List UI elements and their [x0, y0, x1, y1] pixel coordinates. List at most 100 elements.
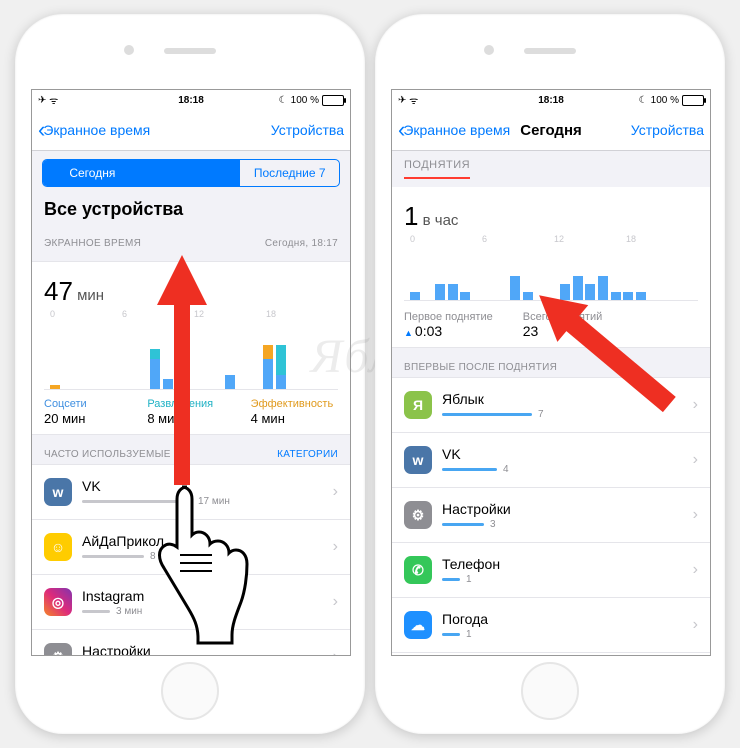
- usage-bar: [442, 413, 532, 416]
- app-icon: ✆: [404, 556, 432, 584]
- phone-left: ✈ ᯤ 18:18 ☾ 100 % ‹ Экранное время Устро…: [15, 14, 365, 734]
- app-icon: w: [404, 446, 432, 474]
- usage-value: 7: [538, 409, 544, 420]
- nav-back[interactable]: ‹ Экранное время: [398, 119, 510, 141]
- phone-right: ✈ ᯤ 18:18 ☾ 100 % ‹ Экранное время Сегод…: [375, 14, 725, 734]
- usage-bar: [82, 500, 192, 503]
- app-name: Телефон: [442, 556, 693, 572]
- nav-devices[interactable]: Устройства: [631, 122, 704, 138]
- app-icon: ⚙: [44, 643, 72, 656]
- screentime-header: ЭКРАННОЕ ВРЕМЯ Сегодня, 18:17: [32, 224, 350, 253]
- app-row[interactable]: ⚙ Настройки 3 ›: [392, 488, 710, 543]
- tab-pickups[interactable]: ПОДНЯТИЯ: [404, 159, 470, 179]
- chevron-right-icon: ›: [333, 538, 338, 556]
- pickups-card: 1 в час 061218: [392, 187, 710, 348]
- app-row[interactable]: ⚙Настройки2 мин›: [32, 630, 350, 656]
- chevron-right-icon: ›: [693, 616, 698, 634]
- segmented-control[interactable]: Сегодня Последние 7 дней: [42, 159, 340, 187]
- home-button[interactable]: [161, 662, 219, 720]
- usage-value: 1: [466, 629, 472, 640]
- app-icon: ⚙: [404, 501, 432, 529]
- chevron-right-icon: ›: [693, 396, 698, 414]
- total-pickups-value: 23: [523, 323, 698, 339]
- frequent-header: ЧАСТО ИСПОЛЬЗУЕМЫЕ КАТЕГОРИИ: [32, 435, 350, 464]
- screentime-chart: [44, 329, 338, 390]
- battery-icon: [322, 95, 344, 106]
- pickups-per-hour: 1 в час: [404, 201, 698, 232]
- pickups-chart: [404, 254, 698, 301]
- segment-7days[interactable]: Последние 7 дней: [240, 160, 339, 186]
- chart-ticks: 061218: [44, 307, 338, 323]
- frequent-list: wVK17 мин›☺АйДаПрикол8 мин›◎Instagram3 м…: [32, 464, 350, 656]
- app-row[interactable]: Я Яблык 7 ›: [392, 378, 710, 433]
- first-pickup-label: Первое поднятие: [404, 311, 493, 323]
- after-pickup-header: ВПЕРВЫЕ ПОСЛЕ ПОДНЯТИЯ: [392, 348, 710, 377]
- status-time: 18:18: [32, 95, 350, 106]
- camera: [124, 45, 134, 55]
- screentime-card[interactable]: 47 мин 061218 Соцсети20 мин Развлеч: [32, 261, 350, 435]
- first-pickup-value: ▲0:03: [404, 323, 493, 339]
- usage-value: 1: [466, 574, 472, 585]
- app-name: Настройки: [442, 501, 693, 517]
- battery-icon: [682, 95, 704, 106]
- chevron-right-icon: ›: [693, 451, 698, 469]
- app-row[interactable]: ✆ Телефон 1 ›: [392, 543, 710, 598]
- page-title: Все устройства: [32, 195, 350, 224]
- speaker: [164, 48, 216, 54]
- status-bar: ✈ ᯤ 18:18 ☾ 100 %: [392, 90, 710, 110]
- chevron-right-icon: ›: [333, 593, 338, 611]
- camera: [484, 45, 494, 55]
- usage-bar: [82, 610, 110, 613]
- chart-ticks: 061218: [404, 232, 698, 248]
- nav-back-label: Экранное время: [403, 122, 510, 138]
- screen-right: ✈ ᯤ 18:18 ☾ 100 % ‹ Экранное время Сегод…: [391, 89, 711, 656]
- usage-bar: [442, 633, 460, 636]
- usage-bar: [442, 468, 497, 471]
- category-row: Соцсети20 мин Развлечения8 мин Эффективн…: [44, 398, 338, 426]
- chevron-right-icon: ›: [693, 561, 698, 579]
- usage-bar: [82, 555, 144, 558]
- categories-link[interactable]: КАТЕГОРИИ: [277, 449, 338, 460]
- usage-value: 8 мин: [150, 551, 176, 562]
- usage-value: 3: [490, 519, 496, 530]
- total-pickups-label: Всего поднятий: [523, 311, 698, 323]
- app-row[interactable]: ☁ Погода 1 ›: [392, 598, 710, 653]
- app-row[interactable]: ◎ Instagram 3 мин ›: [32, 575, 350, 630]
- app-icon: w: [44, 478, 72, 506]
- screen-left: ✈ ᯤ 18:18 ☾ 100 % ‹ Экранное время Устро…: [31, 89, 351, 656]
- usage-value: 17 мин: [198, 496, 230, 507]
- usage-value: 4: [503, 464, 509, 475]
- app-name: VK: [82, 478, 333, 494]
- after-pickup-list: ЯЯблык7›wVK4›⚙Настройки3›✆Телефон1›☁Пого…: [392, 377, 710, 656]
- app-name: Яблык: [442, 391, 693, 407]
- usage-value: 3 мин: [116, 606, 142, 617]
- chevron-right-icon: ›: [693, 506, 698, 524]
- app-icon: ◎: [44, 588, 72, 616]
- total-time: 47 мин: [44, 276, 338, 307]
- nav-back[interactable]: ‹ Экранное время: [38, 119, 150, 141]
- app-row[interactable]: w VK 17 мин ›: [32, 465, 350, 520]
- nav-bar: ‹ Экранное время Сегодня Устройства: [392, 110, 710, 151]
- app-row[interactable]: ✆Viber1›: [392, 653, 710, 656]
- speaker: [524, 48, 576, 54]
- usage-bar: [442, 578, 460, 581]
- segment-today[interactable]: Сегодня: [43, 160, 142, 186]
- home-button[interactable]: [521, 662, 579, 720]
- app-icon: Я: [404, 391, 432, 419]
- chevron-right-icon: ›: [333, 648, 338, 656]
- app-icon: ☁: [404, 611, 432, 639]
- app-name: АйДаПрикол: [82, 533, 333, 549]
- status-time: 18:18: [392, 95, 710, 106]
- app-name: Instagram: [82, 588, 333, 604]
- app-row[interactable]: ☺АйДаПрикол8 мин›: [32, 520, 350, 575]
- status-bar: ✈ ᯤ 18:18 ☾ 100 %: [32, 90, 350, 110]
- chevron-right-icon: ›: [333, 483, 338, 501]
- nav-bar: ‹ Экранное время Устройства: [32, 110, 350, 151]
- app-name: Погода: [442, 611, 693, 627]
- usage-bar: [442, 523, 484, 526]
- nav-back-label: Экранное время: [43, 122, 150, 138]
- app-row[interactable]: wVK4›: [392, 433, 710, 488]
- tab-strip: ПОДНЯТИЯ: [392, 151, 710, 179]
- nav-devices[interactable]: Устройства: [271, 122, 344, 138]
- app-name: Настройки: [82, 643, 333, 657]
